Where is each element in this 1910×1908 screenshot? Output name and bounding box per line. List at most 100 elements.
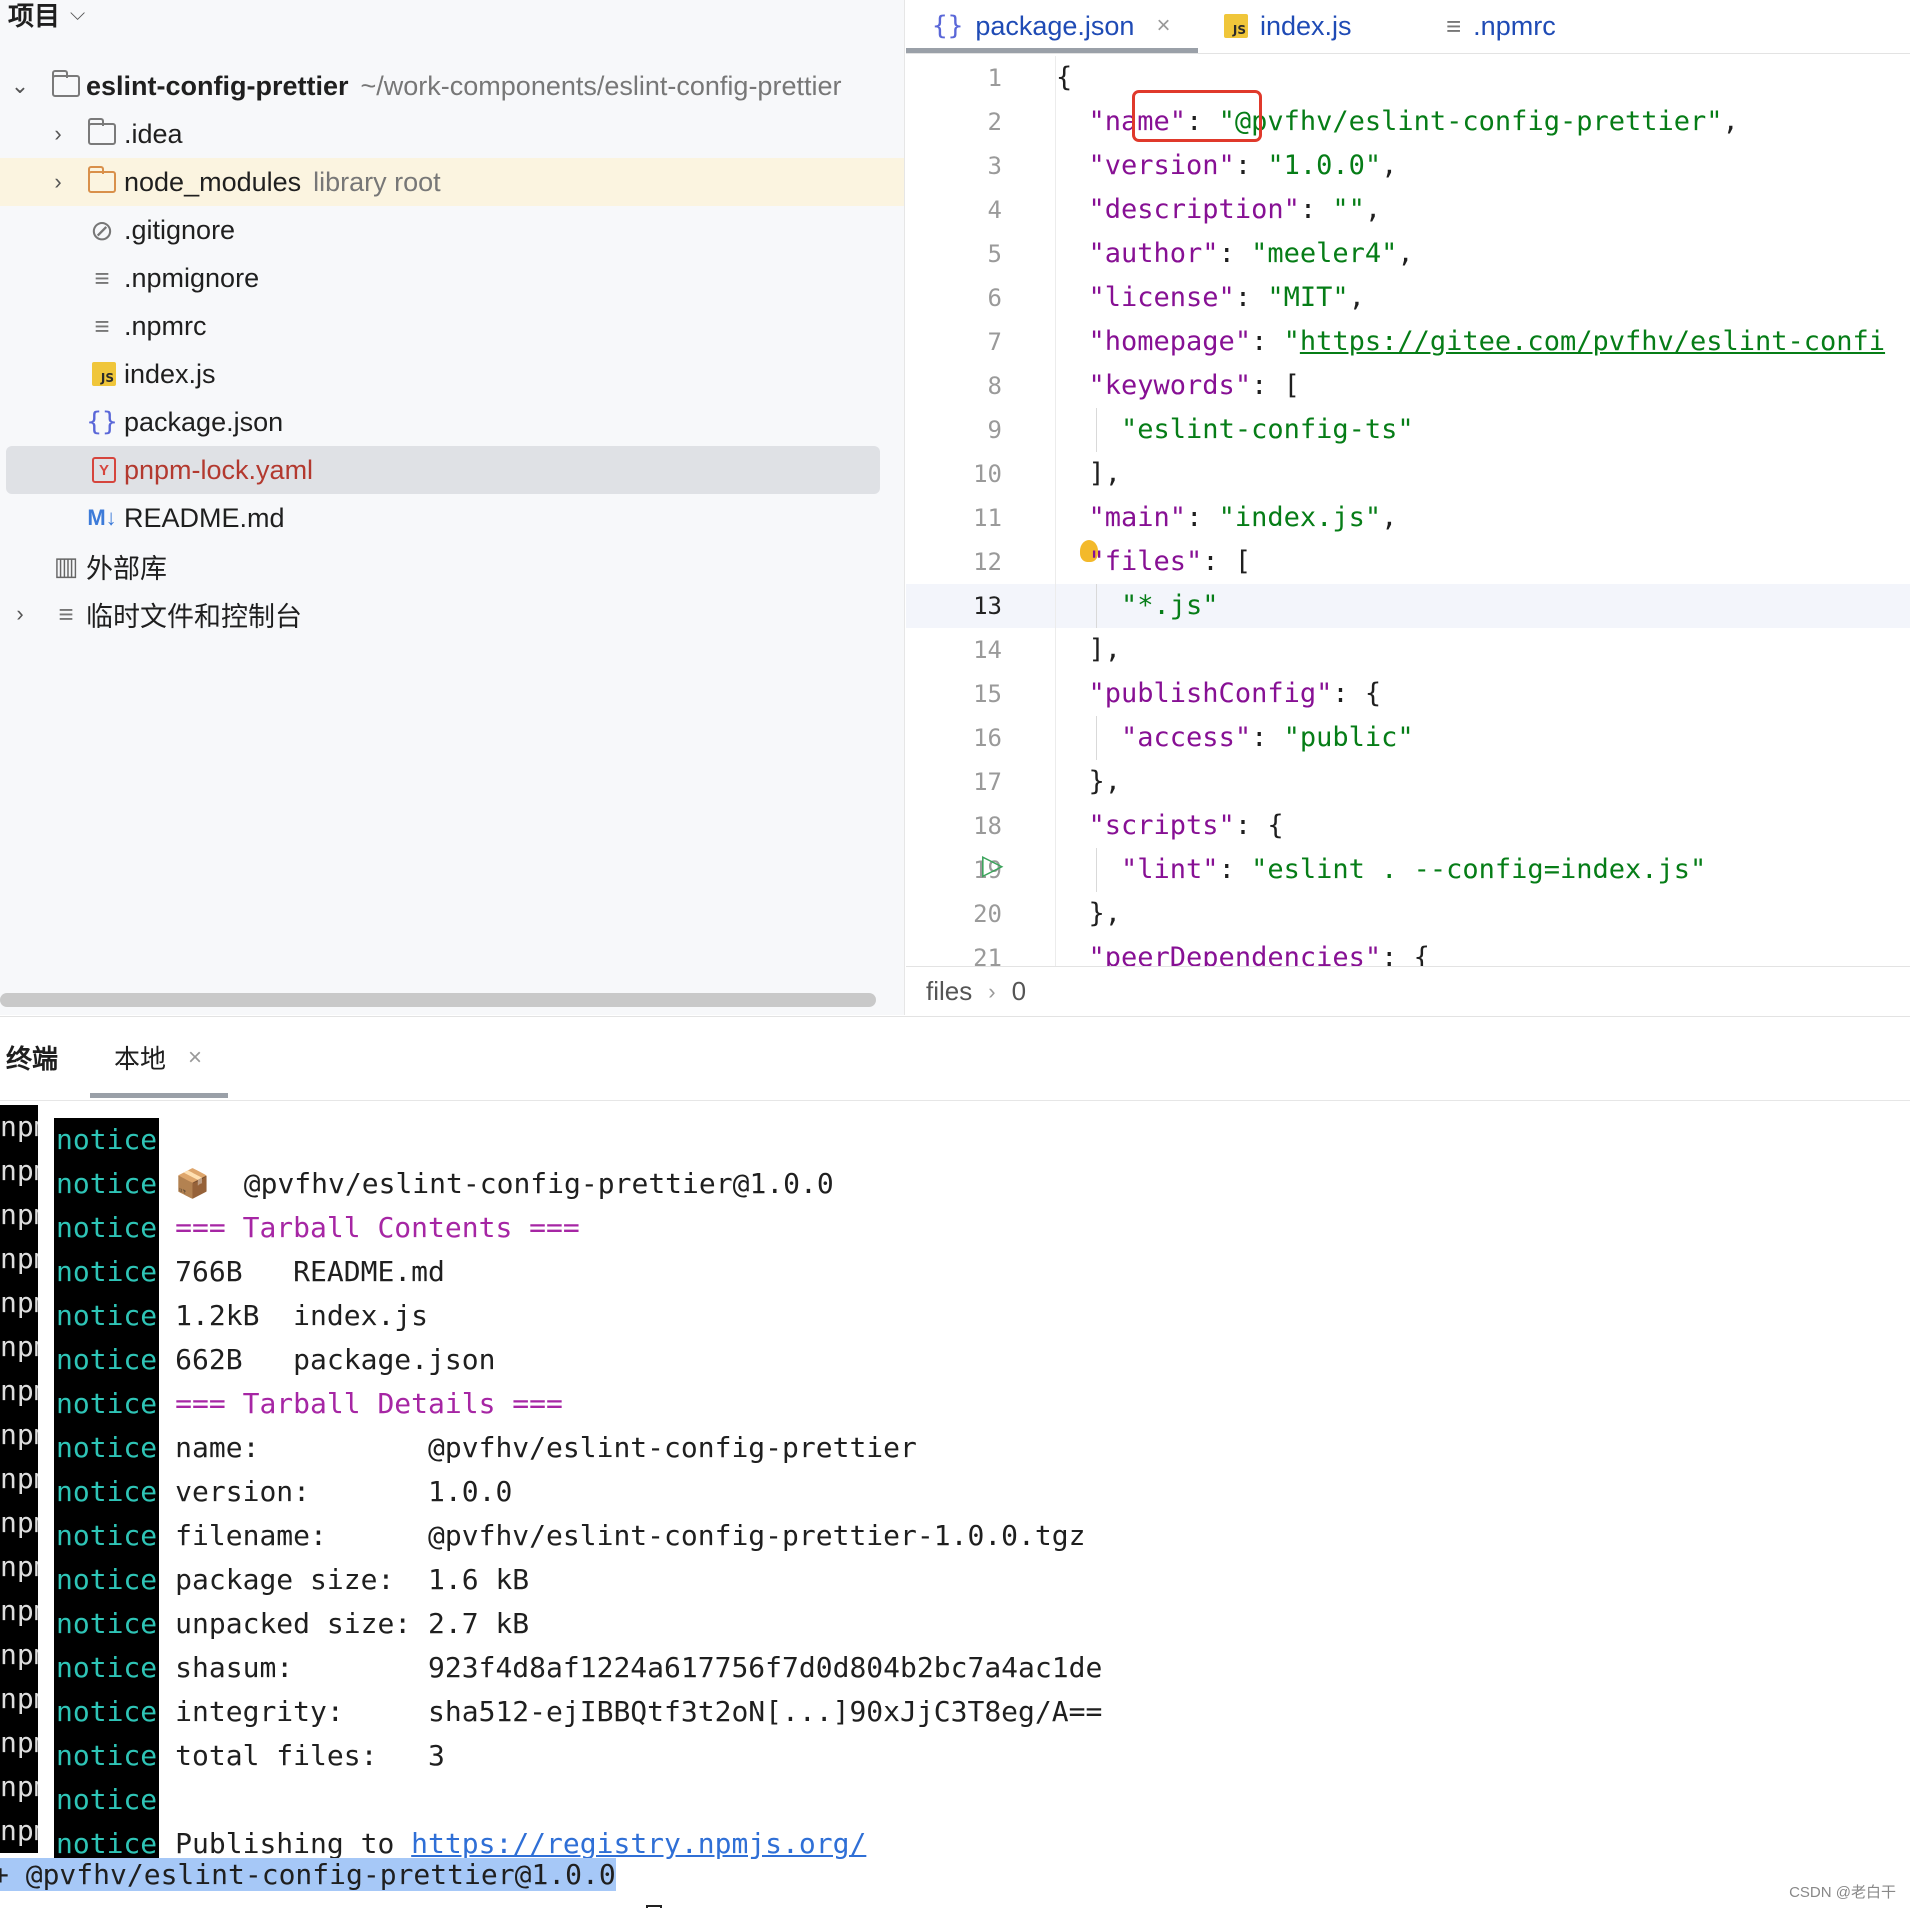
code-line-12: "files": [ <box>1088 546 1252 577</box>
active-tab-indicator <box>906 48 1198 53</box>
terminal-panel: 终端 本地 × npmnoticenpmnotice📦 @pvfhv/eslin… <box>0 1016 1910 1908</box>
line-number: 16 <box>973 724 1002 752</box>
code-line-20: }, <box>1056 898 1122 929</box>
chevron-right-icon: › <box>988 978 996 1004</box>
terminal-line: npmnotice=== Tarball Details === <box>0 1369 563 1426</box>
code-line-8: "keywords": [ <box>1088 370 1300 401</box>
npm-prefix: npm <box>0 1105 38 1149</box>
chevron-right-icon[interactable]: › <box>48 169 68 195</box>
tree-item-label: .npmignore <box>124 262 260 293</box>
breadcrumb: files › 0 <box>906 966 1910 1015</box>
tree-item-external-libraries[interactable]: ▥ 外部库 <box>0 542 904 590</box>
folder-icon <box>86 118 118 150</box>
npm-prefix: npm <box>0 1545 38 1589</box>
line-number: 6 <box>987 284 1002 312</box>
tree-item-gitignore[interactable]: ⊘ .gitignore <box>0 206 904 254</box>
npm-prefix: npm <box>0 1765 38 1809</box>
tree-item-idea[interactable]: › .idea <box>0 110 904 158</box>
json-file-icon: {} <box>86 407 118 437</box>
npm-prefix: npm <box>0 1501 38 1545</box>
text-file-icon: ≡ <box>94 310 110 341</box>
library-folder-icon <box>86 166 118 198</box>
chevron-right-icon[interactable]: › <box>48 121 68 147</box>
tree-item-label: index.js <box>124 358 216 389</box>
line-number: 8 <box>987 372 1002 400</box>
library-icon: ▥ <box>53 550 79 581</box>
tree-root[interactable]: ⌄ eslint-config-prettier ~/work-component… <box>0 62 904 110</box>
code-area[interactable]: { "name": "@pvfhv/eslint-config-prettier… <box>1056 56 1910 966</box>
line-number: 5 <box>987 240 1002 268</box>
project-panel-header[interactable]: 项目 ⌵ <box>8 0 85 34</box>
js-file-icon: JS <box>88 358 120 390</box>
selected-text[interactable]: + @pvfhv/eslint-config-prettier@1.0.0 <box>0 1858 616 1891</box>
tree-item-node-modules[interactable]: › node_modules library root <box>0 158 904 206</box>
code-line-18: "scripts": { <box>1088 810 1284 841</box>
tree-item-npmignore[interactable]: ≡ .npmignore <box>0 254 904 302</box>
chevron-down-icon[interactable]: ⌵ <box>70 3 85 26</box>
line-number: 15 <box>973 680 1002 708</box>
breadcrumb-item[interactable]: files <box>926 976 972 1007</box>
line-number: 4 <box>987 196 1002 224</box>
tab-local[interactable]: 本地 × <box>114 1039 202 1076</box>
code-line-11: "main": "index.js", <box>1088 502 1398 533</box>
yaml-file-icon: Y <box>88 454 120 486</box>
terminal-line: npmnoticeintegrity: sha512-ejIBBQtf3t2oN… <box>0 1677 1102 1734</box>
root-name: eslint-config-prettier <box>86 70 349 101</box>
terminal-line: npmnotice766B README.md <box>0 1237 445 1294</box>
line-number: 7 <box>987 328 1002 356</box>
tree-item-label: .gitignore <box>124 214 236 245</box>
line-number: 20 <box>973 900 1002 928</box>
terminal-line: npmnoticeunpacked size: 2.7 kB <box>0 1589 529 1646</box>
close-icon[interactable]: × <box>188 1044 202 1072</box>
terminal-prompt[interactable] <box>646 1897 662 1908</box>
tree-item-label: 外部库 <box>86 553 167 584</box>
breadcrumb-item[interactable]: 0 <box>1012 976 1026 1007</box>
tab-npmrc[interactable]: ≡ .npmrc <box>1446 0 1556 52</box>
terminal-line: npmnoticefilename: @pvfhv/eslint-config-… <box>0 1501 1085 1558</box>
terminal-line: npmnoticePublishing to https://registry.… <box>0 1809 866 1866</box>
terminal-line: npmnotice <box>0 1765 175 1822</box>
tab-label: .npmrc <box>1473 10 1556 41</box>
tree-item-scratches[interactable]: › ≡ 临时文件和控制台 <box>0 590 904 638</box>
terminal-text: total files: 3 <box>175 1739 445 1772</box>
tab-label: index.js <box>1260 10 1352 41</box>
code-line-13: "*.js" <box>1121 590 1219 621</box>
homepage-link[interactable]: https://gitee.com/pvfhv/eslint-confi <box>1300 326 1885 357</box>
tab-index-js[interactable]: JS index.js <box>1224 0 1352 52</box>
close-icon[interactable]: × <box>1156 12 1170 40</box>
terminal-line: npmnotice📦 @pvfhv/eslint-config-prettier… <box>0 1149 834 1206</box>
line-number: 1 <box>987 64 1002 92</box>
js-icon: JS <box>1224 14 1248 38</box>
line-number: 12 <box>973 548 1002 576</box>
run-icon[interactable]: ▷ <box>982 848 1004 881</box>
annotation-red-box <box>1132 90 1262 142</box>
npm-prefix: npm <box>0 1413 38 1457</box>
code-line-9: "eslint-config-ts" <box>1121 414 1414 445</box>
active-tab-indicator <box>90 1093 228 1098</box>
tree-item-pnpm-lock[interactable]: Y pnpm-lock.yaml <box>6 446 880 494</box>
chevron-down-icon[interactable]: ⌄ <box>10 73 30 99</box>
line-number: 10 <box>973 460 1002 488</box>
tree-item-label: package.json <box>124 406 284 437</box>
tree-item-label: .idea <box>124 118 183 149</box>
line-number: 9 <box>987 416 1002 444</box>
horizontal-scrollbar[interactable] <box>0 993 876 1007</box>
tree-item-npmrc[interactable]: ≡ .npmrc <box>0 302 904 350</box>
tree-item-readme[interactable]: M↓ README.md <box>0 494 904 542</box>
npm-prefix: npm <box>0 1809 38 1853</box>
npm-prefix: npm <box>0 1633 38 1677</box>
tree-item-label: pnpm-lock.yaml <box>124 454 314 485</box>
npm-prefix: npm <box>0 1369 38 1413</box>
code-line-4: "description": "", <box>1088 194 1382 225</box>
line-number: 3 <box>987 152 1002 180</box>
code-line-3: "version": "1.0.0", <box>1088 150 1398 181</box>
tree-item-label: 临时文件和控制台 <box>86 601 302 632</box>
tree-item-package-json[interactable]: {} package.json <box>0 398 904 446</box>
text-file-icon: ≡ <box>94 262 110 293</box>
npm-prefix: npm <box>0 1721 38 1765</box>
tree-item-index-js[interactable]: JS index.js <box>0 350 904 398</box>
editor-tabbar: {} package.json × JS index.js ≡ .npmrc <box>906 0 1910 54</box>
chevron-right-icon[interactable]: › <box>10 601 30 627</box>
tab-package-json[interactable]: {} package.json × <box>932 0 1170 52</box>
braces-icon: {} <box>932 11 964 41</box>
